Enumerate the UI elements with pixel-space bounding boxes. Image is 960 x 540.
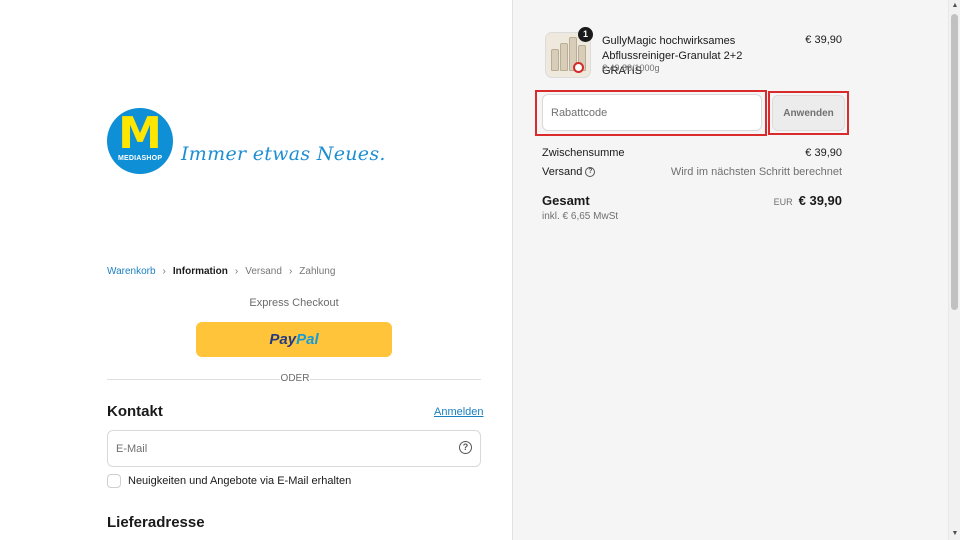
- total-label: Gesamt: [542, 193, 590, 208]
- express-checkout-label: Express Checkout: [249, 297, 339, 309]
- scrollbar-thumb[interactable]: [951, 14, 958, 310]
- login-link[interactable]: Anmelden: [434, 406, 484, 418]
- logo-tagline: Immer etwas Neues.: [181, 143, 386, 165]
- total-currency: EUR: [773, 197, 793, 207]
- product-unit-price: € 49,88/1000g: [602, 63, 660, 73]
- breadcrumb-cart[interactable]: Warenkorb: [107, 266, 156, 277]
- breadcrumb-shipping: Versand: [245, 266, 282, 277]
- logo-circle: M MEDIASHOP: [107, 108, 173, 174]
- question-circle-icon[interactable]: ?: [459, 441, 472, 454]
- contact-heading: Kontakt: [107, 403, 163, 420]
- paypal-button[interactable]: Pay Pal: [196, 322, 392, 357]
- paypal-logo-part1: Pay: [269, 331, 297, 348]
- logo-band-text: MEDIASHOP: [118, 155, 163, 162]
- scroll-up-arrow-icon[interactable]: ▲: [951, 2, 959, 10]
- order-summary-panel: [512, 0, 948, 540]
- tax-info: inkl. € 6,65 MwSt: [542, 211, 619, 222]
- newsletter-checkbox[interactable]: [107, 474, 121, 488]
- question-circle-icon[interactable]: ?: [585, 167, 596, 178]
- product-bottle-shape: [551, 49, 559, 71]
- shipping-row-label: Versand?: [542, 166, 596, 178]
- scroll-down-arrow-icon[interactable]: ▼: [951, 530, 959, 538]
- subtotal-value: € 39,90: [805, 147, 842, 159]
- paypal-logo-part2: Pal: [296, 331, 319, 348]
- discount-code-field[interactable]: [542, 94, 762, 131]
- shipping-address-heading: Lieferadresse: [107, 514, 205, 531]
- breadcrumb-information: Information: [172, 266, 228, 277]
- logo-letter: M: [118, 108, 162, 159]
- product-price: € 39,90: [805, 34, 842, 46]
- shipping-label: Versand: [542, 166, 583, 178]
- chevron-right-icon: ›: [162, 266, 166, 277]
- page-scrollbar[interactable]: ▲ ▼: [948, 0, 960, 540]
- product-badge-icon: [573, 62, 584, 73]
- email-field[interactable]: ?: [107, 430, 481, 467]
- total-amount: EUR € 39,90: [774, 193, 842, 208]
- product-bottle-shape: [560, 43, 568, 71]
- discount-code-input[interactable]: [543, 95, 761, 130]
- total-value: € 39,90: [798, 193, 842, 208]
- newsletter-label[interactable]: Neuigkeiten und Angebote via E-Mail erha…: [128, 475, 351, 487]
- apply-discount-button[interactable]: Anwenden: [772, 95, 845, 131]
- subtotal-label: Zwischensumme: [542, 147, 625, 159]
- newsletter-option[interactable]: Neuigkeiten und Angebote via E-Mail erha…: [107, 474, 351, 488]
- chevron-right-icon: ›: [234, 266, 239, 277]
- breadcrumb: Warenkorb › Information › Versand › Zahl…: [107, 266, 335, 277]
- email-input[interactable]: [108, 431, 448, 466]
- or-divider-text: ODER: [280, 373, 310, 384]
- mediashop-logo[interactable]: M MEDIASHOP Immer etwas Neues.: [107, 108, 386, 174]
- checkout-main-panel: M MEDIASHOP Immer etwas Neues. Warenkorb…: [0, 0, 512, 540]
- quantity-badge: 1: [578, 27, 593, 42]
- shipping-value: Wird im nächsten Schritt berechnet: [670, 166, 842, 178]
- chevron-right-icon: ›: [288, 266, 293, 277]
- breadcrumb-payment: Zahlung: [299, 266, 336, 277]
